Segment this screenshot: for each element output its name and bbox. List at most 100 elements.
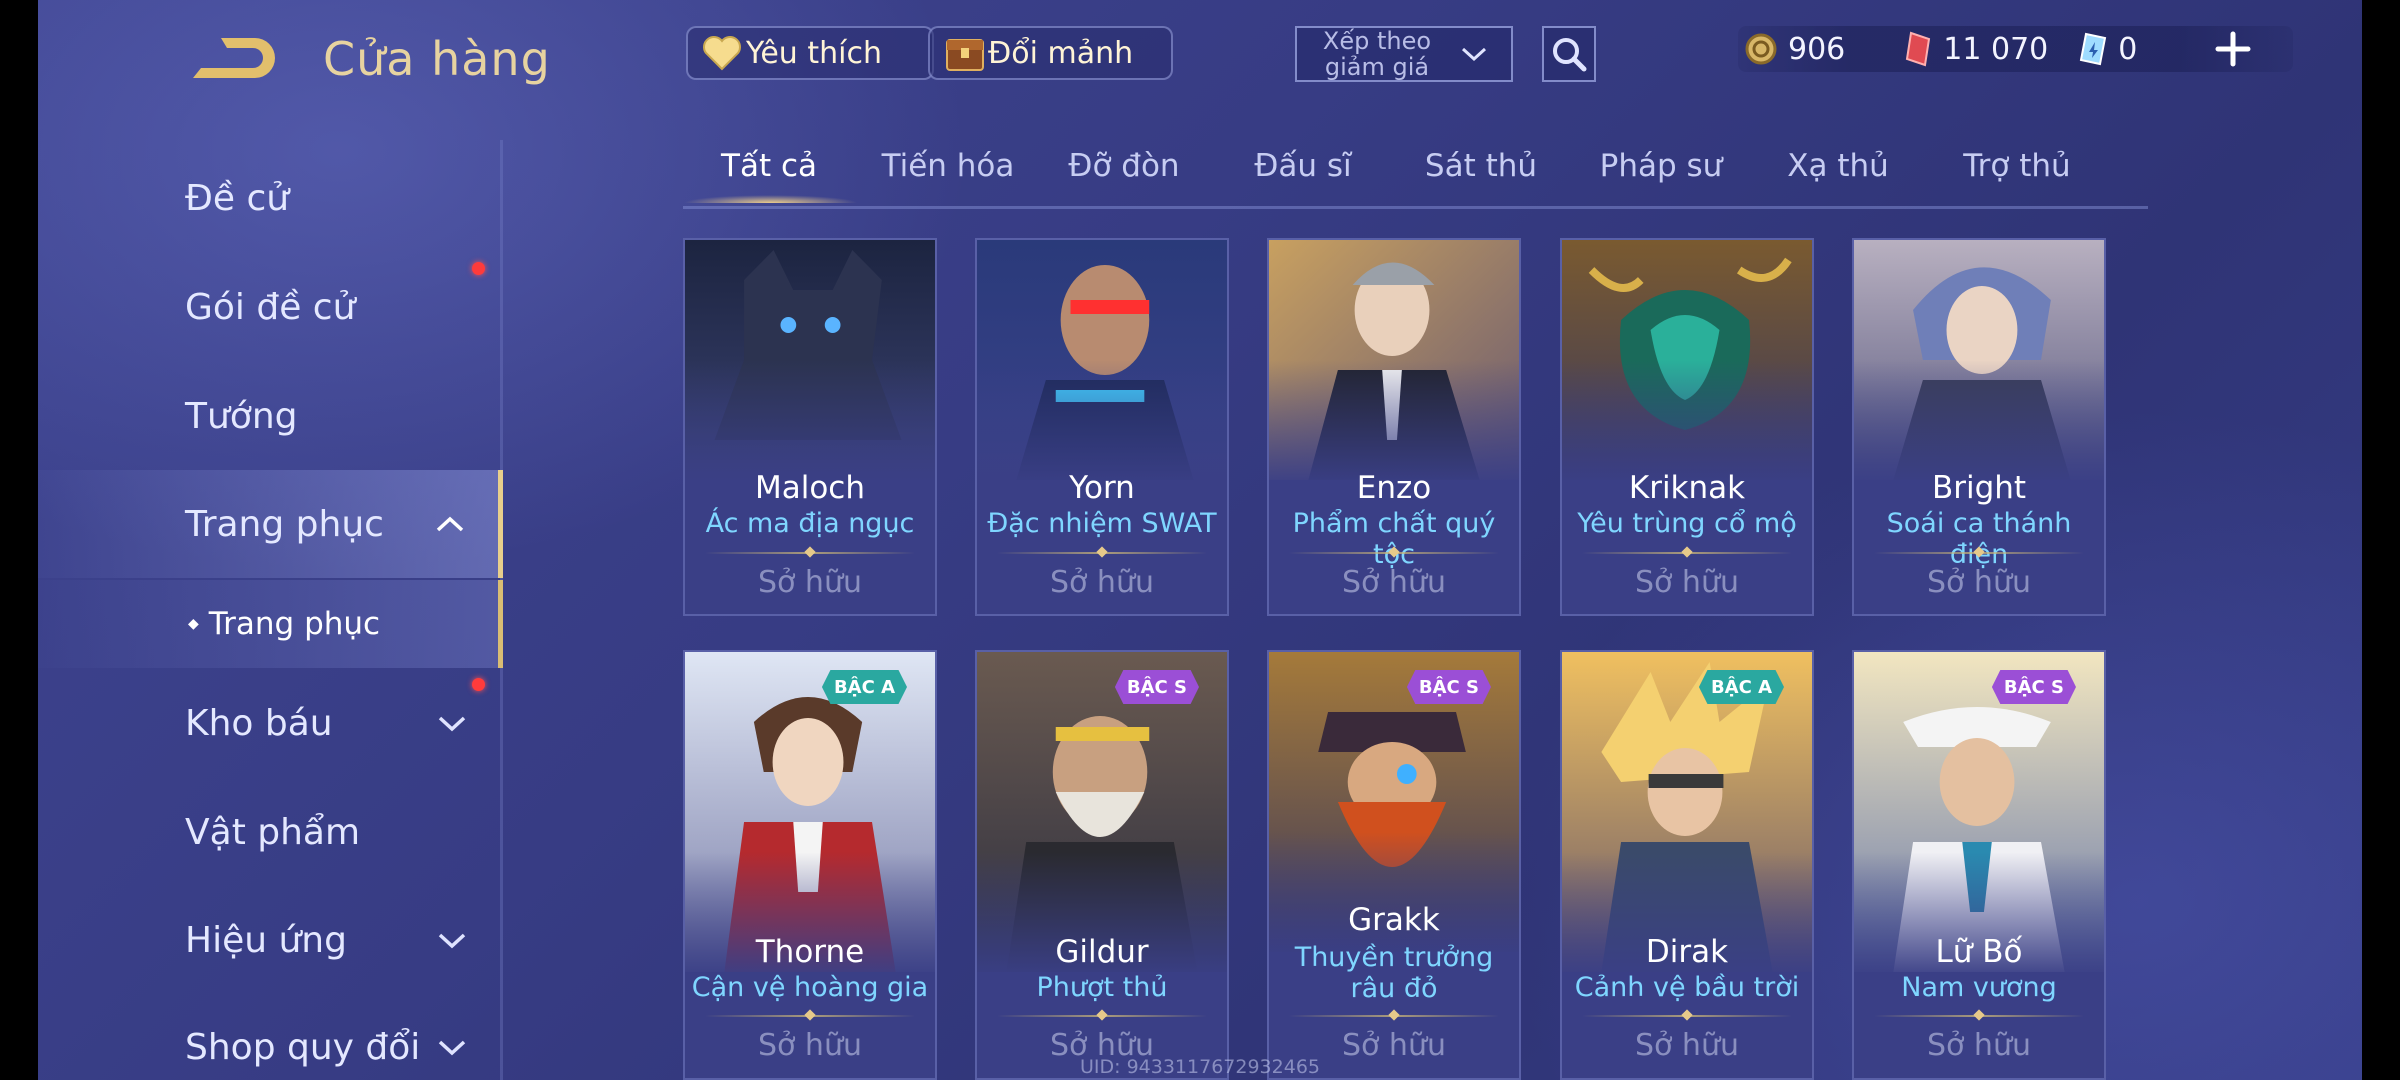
sidebar-item-treasure[interactable]: Kho báu [38, 678, 500, 768]
blue-ticket-icon [2080, 32, 2107, 66]
sidebar-item-skins[interactable]: Trang phục [38, 470, 503, 578]
rank-badge: BẬC S [1406, 670, 1491, 704]
owned-status: Sở hữu [1050, 565, 1154, 600]
plus-icon [2215, 31, 2251, 67]
skin-card[interactable]: BẬC S Lữ Bố Nam vương Sở hữu [1852, 650, 2106, 1080]
hero-name: Yorn [1069, 470, 1135, 506]
sidebar-subitem-skins[interactable]: ◆ Trang phục [38, 580, 503, 668]
owned-status: Sở hữu [758, 565, 862, 600]
gold-coin-icon [1745, 33, 1777, 65]
back-arrow-icon [193, 38, 275, 78]
rank-badge: BẬC A [1698, 670, 1784, 704]
gold-amount: 906 [1788, 31, 1846, 67]
hero-name: Gildur [1055, 934, 1149, 970]
sidebar-item-recommended[interactable]: Đề cử [38, 153, 500, 243]
notification-dot [472, 678, 485, 691]
chevron-down-icon [438, 716, 466, 732]
sidebar-item-heroes[interactable]: Tướng [38, 371, 500, 461]
chevron-down-icon [438, 933, 466, 949]
skin-name: Cận vệ hoàng gia [691, 972, 929, 1003]
sidebar-item-label: Đề cử [185, 177, 290, 219]
skin-card[interactable]: Bright Soái ca thánh điện Sở hữu [1852, 238, 2106, 616]
hero-name: Kriknak [1628, 470, 1746, 506]
red-voucher-icon [1906, 31, 1931, 67]
hero-name: Dirak [1645, 934, 1729, 970]
favorites-button[interactable]: Yêu thích [686, 26, 934, 80]
sort-dropdown[interactable]: Xếp theo giảm giá [1295, 26, 1513, 82]
chevron-down-icon [438, 1040, 466, 1056]
owned-status: Sở hữu [1635, 1028, 1739, 1063]
sidebar-item-label: Kho báu [185, 702, 333, 744]
gold-currency: 906 [1744, 32, 1845, 67]
skin-name: Phẩm chất quý tộc [1292, 508, 1496, 570]
top-up-button[interactable] [2208, 24, 2258, 74]
skin-name: Nam vương [1901, 972, 2057, 1003]
rank-badge: BẬC S [1991, 670, 2076, 704]
skin-name: Cảnh vệ bầu trời [1574, 972, 1800, 1003]
tab-support[interactable]: Trợ thủ [1963, 148, 2070, 184]
page-title: Cửa hàng [323, 32, 551, 86]
hero-name: Thorne [755, 934, 865, 970]
sidebar-item-recommended-packs[interactable]: Gói đề cử [38, 262, 500, 352]
hero-name: Bright [1931, 470, 2027, 506]
skin-name: Yêu trùng cổ mộ [1577, 508, 1797, 539]
skin-card[interactable]: BẬC A Dirak Cảnh vệ bầu trời Sở hữu [1560, 650, 1814, 1080]
tab-all[interactable]: Tất cả [721, 148, 817, 184]
rank-badge: BẬC S [1114, 670, 1199, 704]
bullet-icon: ◆ [188, 616, 199, 632]
tab-fighter[interactable]: Đấu sĩ [1254, 148, 1351, 184]
sidebar-item-label: Tướng [185, 395, 298, 437]
skin-card[interactable]: BẬC A Thorne Cận vệ hoàng gia Sở hữu [683, 650, 937, 1080]
tab-marksman[interactable]: Xạ thủ [1787, 148, 1889, 184]
sidebar: Đề cử Gói đề cử Tướng Trang phục ◆ Trang… [38, 140, 503, 1080]
tab-evolution[interactable]: Tiến hóa [882, 148, 1015, 184]
hero-name: Maloch [754, 470, 865, 506]
owned-status: Sở hữu [1927, 565, 2031, 600]
chevron-down-icon [1461, 47, 1487, 62]
skin-card[interactable]: BẬC S Grakk Thuyền trưởng râu đỏ Sở hữu [1267, 650, 1521, 1080]
treasure-chest-icon [946, 39, 984, 71]
heart-icon [703, 36, 741, 71]
active-tab-indicator [683, 195, 858, 203]
rank-badge: BẬC A [821, 670, 907, 704]
ticket-amount: 0 [2118, 31, 2138, 67]
search-button[interactable] [1542, 26, 1596, 82]
skin-card[interactable]: Kriknak Yêu trùng cổ mộ Sở hữu [1560, 238, 1814, 616]
voucher-amount: 11 070 [1943, 31, 2049, 67]
sidebar-subitem-label: Trang phục [208, 606, 381, 642]
skin-card[interactable]: Enzo Phẩm chất quý tộc Sở hữu [1267, 238, 1521, 616]
skin-name: Thuyền trưởng râu đỏ [1294, 942, 1494, 1004]
sidebar-item-effects[interactable]: Hiệu ứng [38, 895, 500, 985]
skin-card[interactable]: Maloch Ác ma địa ngục Sở hữu [683, 238, 937, 616]
sidebar-item-exchange-shop[interactable]: Shop quy đổi [38, 1002, 500, 1080]
hero-name: Lữ Bố [1935, 934, 2023, 970]
shop-screen: Cửa hàng Yêu thích Đổi mảnh Xếp theo giả… [38, 0, 2362, 1080]
sidebar-item-label: Vật phẩm [185, 811, 361, 853]
exchange-shards-button[interactable]: Đổi mảnh [928, 26, 1173, 80]
user-id-watermark: UID: 9433117672932465 [1080, 1056, 1320, 1078]
sort-label: Xếp theo giảm giá [1322, 27, 1432, 81]
sidebar-item-items[interactable]: Vật phẩm [38, 787, 500, 877]
sidebar-item-label: Gói đề cử [185, 286, 356, 328]
sidebar-item-label: Trang phục [185, 503, 384, 545]
skin-name: Ác ma địa ngục [705, 508, 915, 539]
owned-status: Sở hữu [1635, 565, 1739, 600]
skin-card[interactable]: Yorn Đặc nhiệm SWAT Sở hữu [975, 238, 1229, 616]
role-tabs: Tất cả Tiến hóa Đỡ đòn Đấu sĩ Sát thủ Ph… [683, 140, 2148, 209]
back-button[interactable] [183, 28, 283, 88]
sidebar-item-label: Shop quy đổi [185, 1026, 421, 1068]
skin-name: Đặc nhiệm SWAT [987, 508, 1217, 539]
skin-name: Soái ca thánh điện [1886, 508, 2072, 570]
chevron-up-icon [436, 516, 464, 532]
notification-dot [472, 262, 485, 275]
hero-name: Grakk [1348, 902, 1440, 938]
tab-tank[interactable]: Đỡ đòn [1068, 148, 1179, 184]
tab-mage[interactable]: Pháp sư [1600, 148, 1723, 184]
hero-name: Enzo [1356, 470, 1432, 506]
owned-status: Sở hữu [1342, 565, 1446, 600]
tab-assassin[interactable]: Sát thủ [1425, 148, 1537, 184]
ticket-currency: 0 [2078, 32, 2137, 67]
search-icon [1553, 38, 1587, 72]
skin-card[interactable]: BẬC S Gildur Phượt thủ Sở hữu [975, 650, 1229, 1080]
sidebar-item-label: Hiệu ứng [185, 919, 347, 961]
